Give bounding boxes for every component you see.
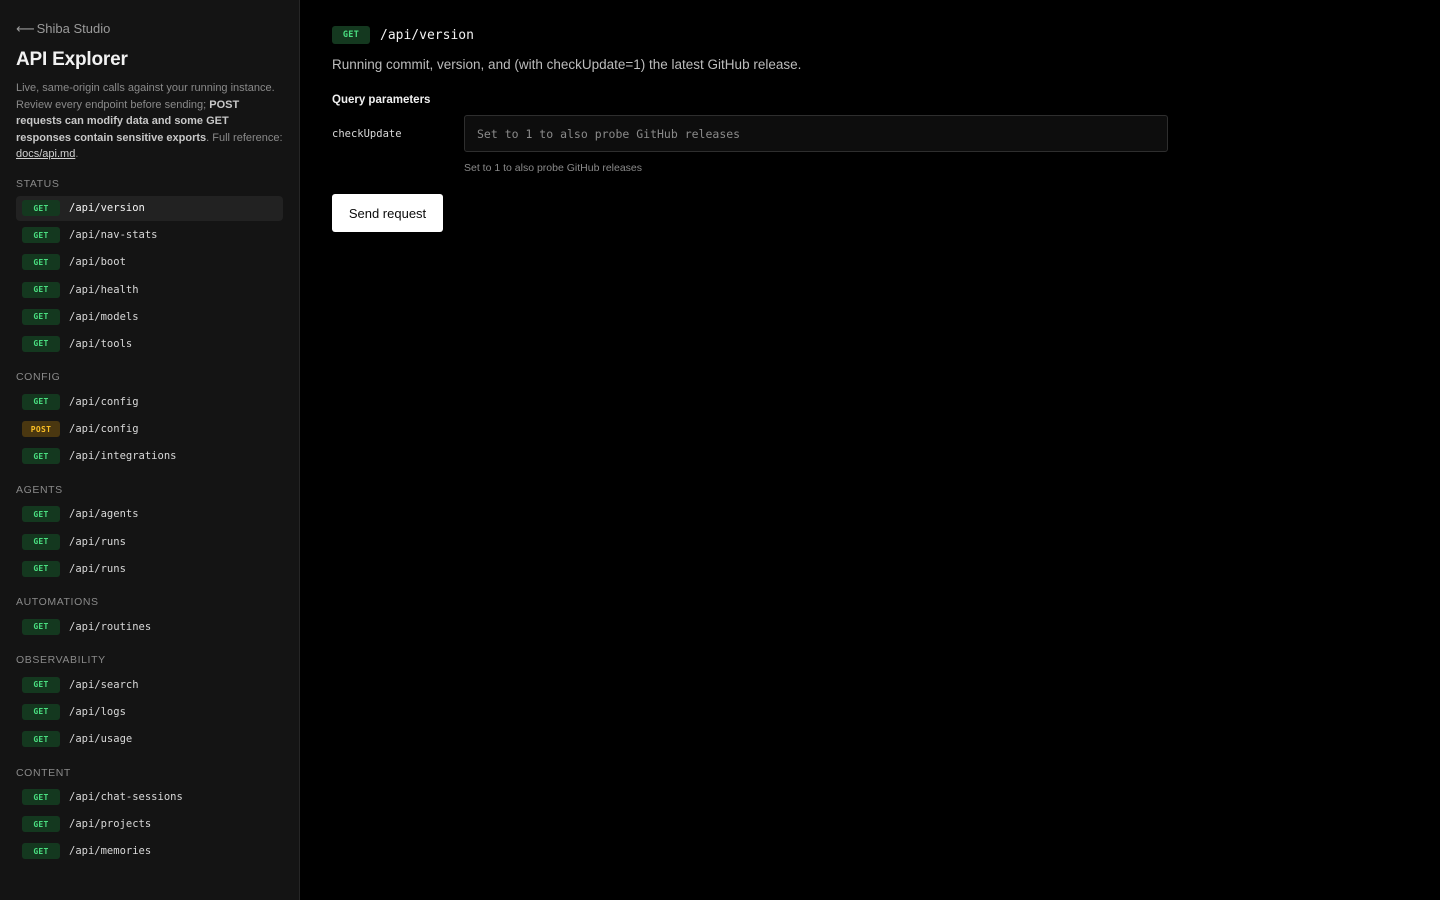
endpoint-path: /api/models bbox=[69, 310, 139, 323]
sidebar-item-endpoint[interactable]: POST/api/config bbox=[16, 417, 283, 442]
sidebar-item-endpoint[interactable]: GET/api/integrations bbox=[16, 444, 283, 469]
endpoint-path: /api/projects bbox=[69, 818, 152, 831]
endpoint-description: Running commit, version, and (with check… bbox=[332, 57, 802, 72]
method-badge: GET bbox=[22, 816, 60, 833]
endpoint-path: /api/agents bbox=[69, 508, 139, 521]
method-badge: GET bbox=[22, 789, 60, 806]
method-badge: GET bbox=[22, 393, 60, 410]
send-request-button[interactable]: Send request bbox=[332, 194, 443, 232]
method-badge: GET bbox=[22, 676, 60, 693]
method-badge: GET bbox=[22, 308, 60, 325]
param-row: checkUpdate bbox=[332, 115, 1408, 152]
api-explorer-app: ⟵ Shiba Studio API Explorer Live, same-o… bbox=[0, 0, 1440, 900]
endpoint-path: /api/config bbox=[69, 423, 139, 436]
query-params-title: Query parameters bbox=[332, 94, 431, 106]
sidebar-item-endpoint[interactable]: GET/api/nav-stats bbox=[16, 223, 283, 248]
sidebar: ⟵ Shiba Studio API Explorer Live, same-o… bbox=[0, 0, 300, 900]
sidebar-item-endpoint[interactable]: GET/api/version bbox=[16, 195, 283, 221]
endpoint-path: /api/usage bbox=[69, 733, 133, 746]
main-panel: GET /api/version Running commit, version… bbox=[300, 0, 1440, 900]
endpoint-path: /api/routines bbox=[69, 620, 152, 633]
method-badge: GET bbox=[22, 200, 60, 216]
description-text-3: . bbox=[75, 148, 79, 160]
endpoint-path: /api/health bbox=[69, 283, 139, 296]
method-badge: GET bbox=[22, 731, 60, 748]
sidebar-item-endpoint[interactable]: GET/api/agents bbox=[16, 502, 283, 527]
endpoint-path: /api/version bbox=[69, 202, 145, 214]
endpoint-path: /api/search bbox=[69, 678, 139, 691]
sidebar-item-endpoint[interactable]: GET/api/config bbox=[16, 389, 283, 414]
back-link-label: Shiba Studio bbox=[36, 21, 111, 36]
endpoint-path: /api/tools bbox=[69, 337, 133, 350]
endpoint-header: GET /api/version bbox=[332, 26, 1408, 44]
section-title: AUTOMATIONS bbox=[16, 596, 99, 609]
section-title: OBSERVABILITY bbox=[16, 654, 106, 667]
param-name: checkUpdate bbox=[332, 127, 402, 140]
arrow-left-icon: ⟵ bbox=[16, 20, 35, 36]
sidebar-description: Live, same-origin calls against your run… bbox=[16, 80, 286, 163]
sidebar-item-endpoint[interactable]: GET/api/logs bbox=[16, 699, 283, 724]
method-badge: GET bbox=[22, 533, 60, 550]
nav-section-observability: OBSERVABILITY GET/api/search GET/api/logs G… bbox=[16, 652, 283, 751]
endpoint-path: /api/config bbox=[69, 395, 139, 408]
method-badge: GET bbox=[22, 335, 60, 352]
endpoint-path: /api/version bbox=[380, 27, 474, 43]
endpoint-path: /api/runs bbox=[69, 562, 126, 575]
endpoint-nav: STATUS GET/api/version GET/api/nav-stats GE… bbox=[16, 176, 283, 864]
sidebar-item-endpoint[interactable]: GET/api/runs bbox=[16, 556, 283, 581]
sidebar-item-endpoint[interactable]: GET/api/memories bbox=[16, 839, 283, 864]
param-hint: Set to 1 to also probe GitHub releases bbox=[464, 162, 643, 174]
section-title: CONFIG bbox=[16, 371, 61, 384]
description-text-2: . Full reference: bbox=[206, 131, 283, 144]
page-title: API Explorer bbox=[16, 49, 128, 70]
docs-link[interactable]: docs/api.md bbox=[16, 148, 75, 160]
back-link[interactable]: ⟵ Shiba Studio bbox=[16, 20, 283, 37]
sidebar-item-endpoint[interactable]: GET/api/routines bbox=[16, 614, 283, 639]
method-badge: GET bbox=[332, 26, 370, 44]
endpoint-path: /api/logs bbox=[69, 705, 126, 718]
method-badge: GET bbox=[22, 560, 60, 577]
nav-section-agents: AGENTS GET/api/agents GET/api/runs GET/api/… bbox=[16, 482, 283, 581]
method-badge: GET bbox=[22, 227, 60, 244]
sidebar-item-endpoint[interactable]: GET/api/models bbox=[16, 304, 283, 329]
sidebar-item-endpoint[interactable]: GET/api/tools bbox=[16, 331, 283, 356]
method-badge: POST bbox=[22, 421, 60, 438]
sidebar-item-endpoint[interactable]: GET/api/usage bbox=[16, 727, 283, 752]
section-title: STATUS bbox=[16, 177, 60, 190]
sidebar-item-endpoint[interactable]: GET/api/runs bbox=[16, 529, 283, 554]
method-badge: GET bbox=[22, 618, 60, 635]
endpoint-path: /api/chat-sessions bbox=[69, 791, 183, 804]
endpoint-path: /api/memories bbox=[69, 845, 152, 858]
sidebar-item-endpoint[interactable]: GET/api/boot bbox=[16, 250, 283, 275]
check-update-input[interactable] bbox=[464, 115, 1168, 152]
sidebar-item-endpoint[interactable]: GET/api/health bbox=[16, 277, 283, 302]
method-badge: GET bbox=[22, 254, 60, 271]
method-badge: GET bbox=[22, 281, 60, 298]
sidebar-item-endpoint[interactable]: GET/api/search bbox=[16, 672, 283, 697]
endpoint-path: /api/integrations bbox=[69, 450, 177, 463]
endpoint-path: /api/nav-stats bbox=[69, 229, 158, 242]
nav-section-content: CONTENT GET/api/chat-sessions GET/api/proj… bbox=[16, 765, 283, 864]
endpoint-path: /api/boot bbox=[69, 256, 126, 269]
nav-section-automations: AUTOMATIONS GET/api/routines bbox=[16, 594, 283, 639]
method-badge: GET bbox=[22, 448, 60, 465]
section-title: AGENTS bbox=[16, 483, 63, 496]
method-badge: GET bbox=[22, 843, 60, 860]
section-title: CONTENT bbox=[16, 766, 71, 779]
nav-section-config: CONFIG GET/api/config POST/api/config GET/a… bbox=[16, 369, 283, 468]
method-badge: GET bbox=[22, 506, 60, 523]
method-badge: GET bbox=[22, 703, 60, 720]
sidebar-item-endpoint[interactable]: GET/api/chat-sessions bbox=[16, 785, 283, 810]
sidebar-item-endpoint[interactable]: GET/api/projects bbox=[16, 812, 283, 837]
nav-section-status: STATUS GET/api/version GET/api/nav-stats GE… bbox=[16, 176, 283, 357]
endpoint-path: /api/runs bbox=[69, 535, 126, 548]
